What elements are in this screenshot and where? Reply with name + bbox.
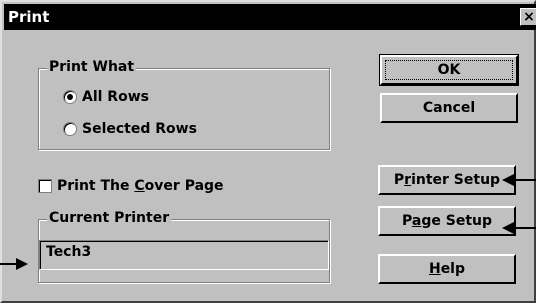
current-printer-label: Current Printer (47, 210, 172, 226)
print-dialog: Print × Print What All Rows Selected Row… (0, 0, 536, 303)
left-arrow-icon (0, 258, 28, 270)
cancel-button-label: Cancel (422, 100, 476, 116)
arrow-printer-setup-icon (502, 174, 536, 186)
arrow-page-setup-icon (502, 222, 536, 234)
ok-button[interactable]: OK (379, 54, 519, 86)
cover-page-label: Print The Cover Page (57, 178, 224, 194)
radio-all-rows[interactable]: All Rows (63, 89, 149, 105)
cover-page-checkbox[interactable]: Print The Cover Page (38, 178, 224, 194)
radio-button-icon (63, 122, 77, 136)
page-setup-label: Page Setup (402, 213, 492, 229)
current-printer-group: Current Printer Tech3 (38, 210, 330, 283)
focus-rect (385, 60, 513, 80)
printer-setup-label: Printer Setup (393, 172, 501, 188)
radio-selected-rows[interactable]: Selected Rows (63, 121, 197, 137)
dialog-title: Print (8, 8, 50, 26)
help-label: Help (428, 261, 466, 277)
printer-setup-button[interactable]: Printer Setup (378, 165, 516, 195)
cancel-button[interactable]: Cancel (380, 93, 518, 123)
radio-selected-rows-label: Selected Rows (82, 121, 197, 137)
title-bar[interactable]: Print × (4, 4, 536, 30)
print-what-group: Print What All Rows Selected Rows (38, 59, 330, 150)
help-button[interactable]: Help (378, 254, 516, 284)
page-setup-button[interactable]: Page Setup (378, 206, 516, 236)
current-printer-field[interactable]: Tech3 (39, 240, 329, 270)
print-what-label: Print What (47, 59, 137, 75)
radio-button-icon (63, 90, 77, 104)
close-icon: × (523, 9, 535, 25)
radio-all-rows-label: All Rows (82, 89, 149, 105)
close-button[interactable]: × (520, 8, 536, 26)
checkbox-icon (38, 179, 52, 193)
